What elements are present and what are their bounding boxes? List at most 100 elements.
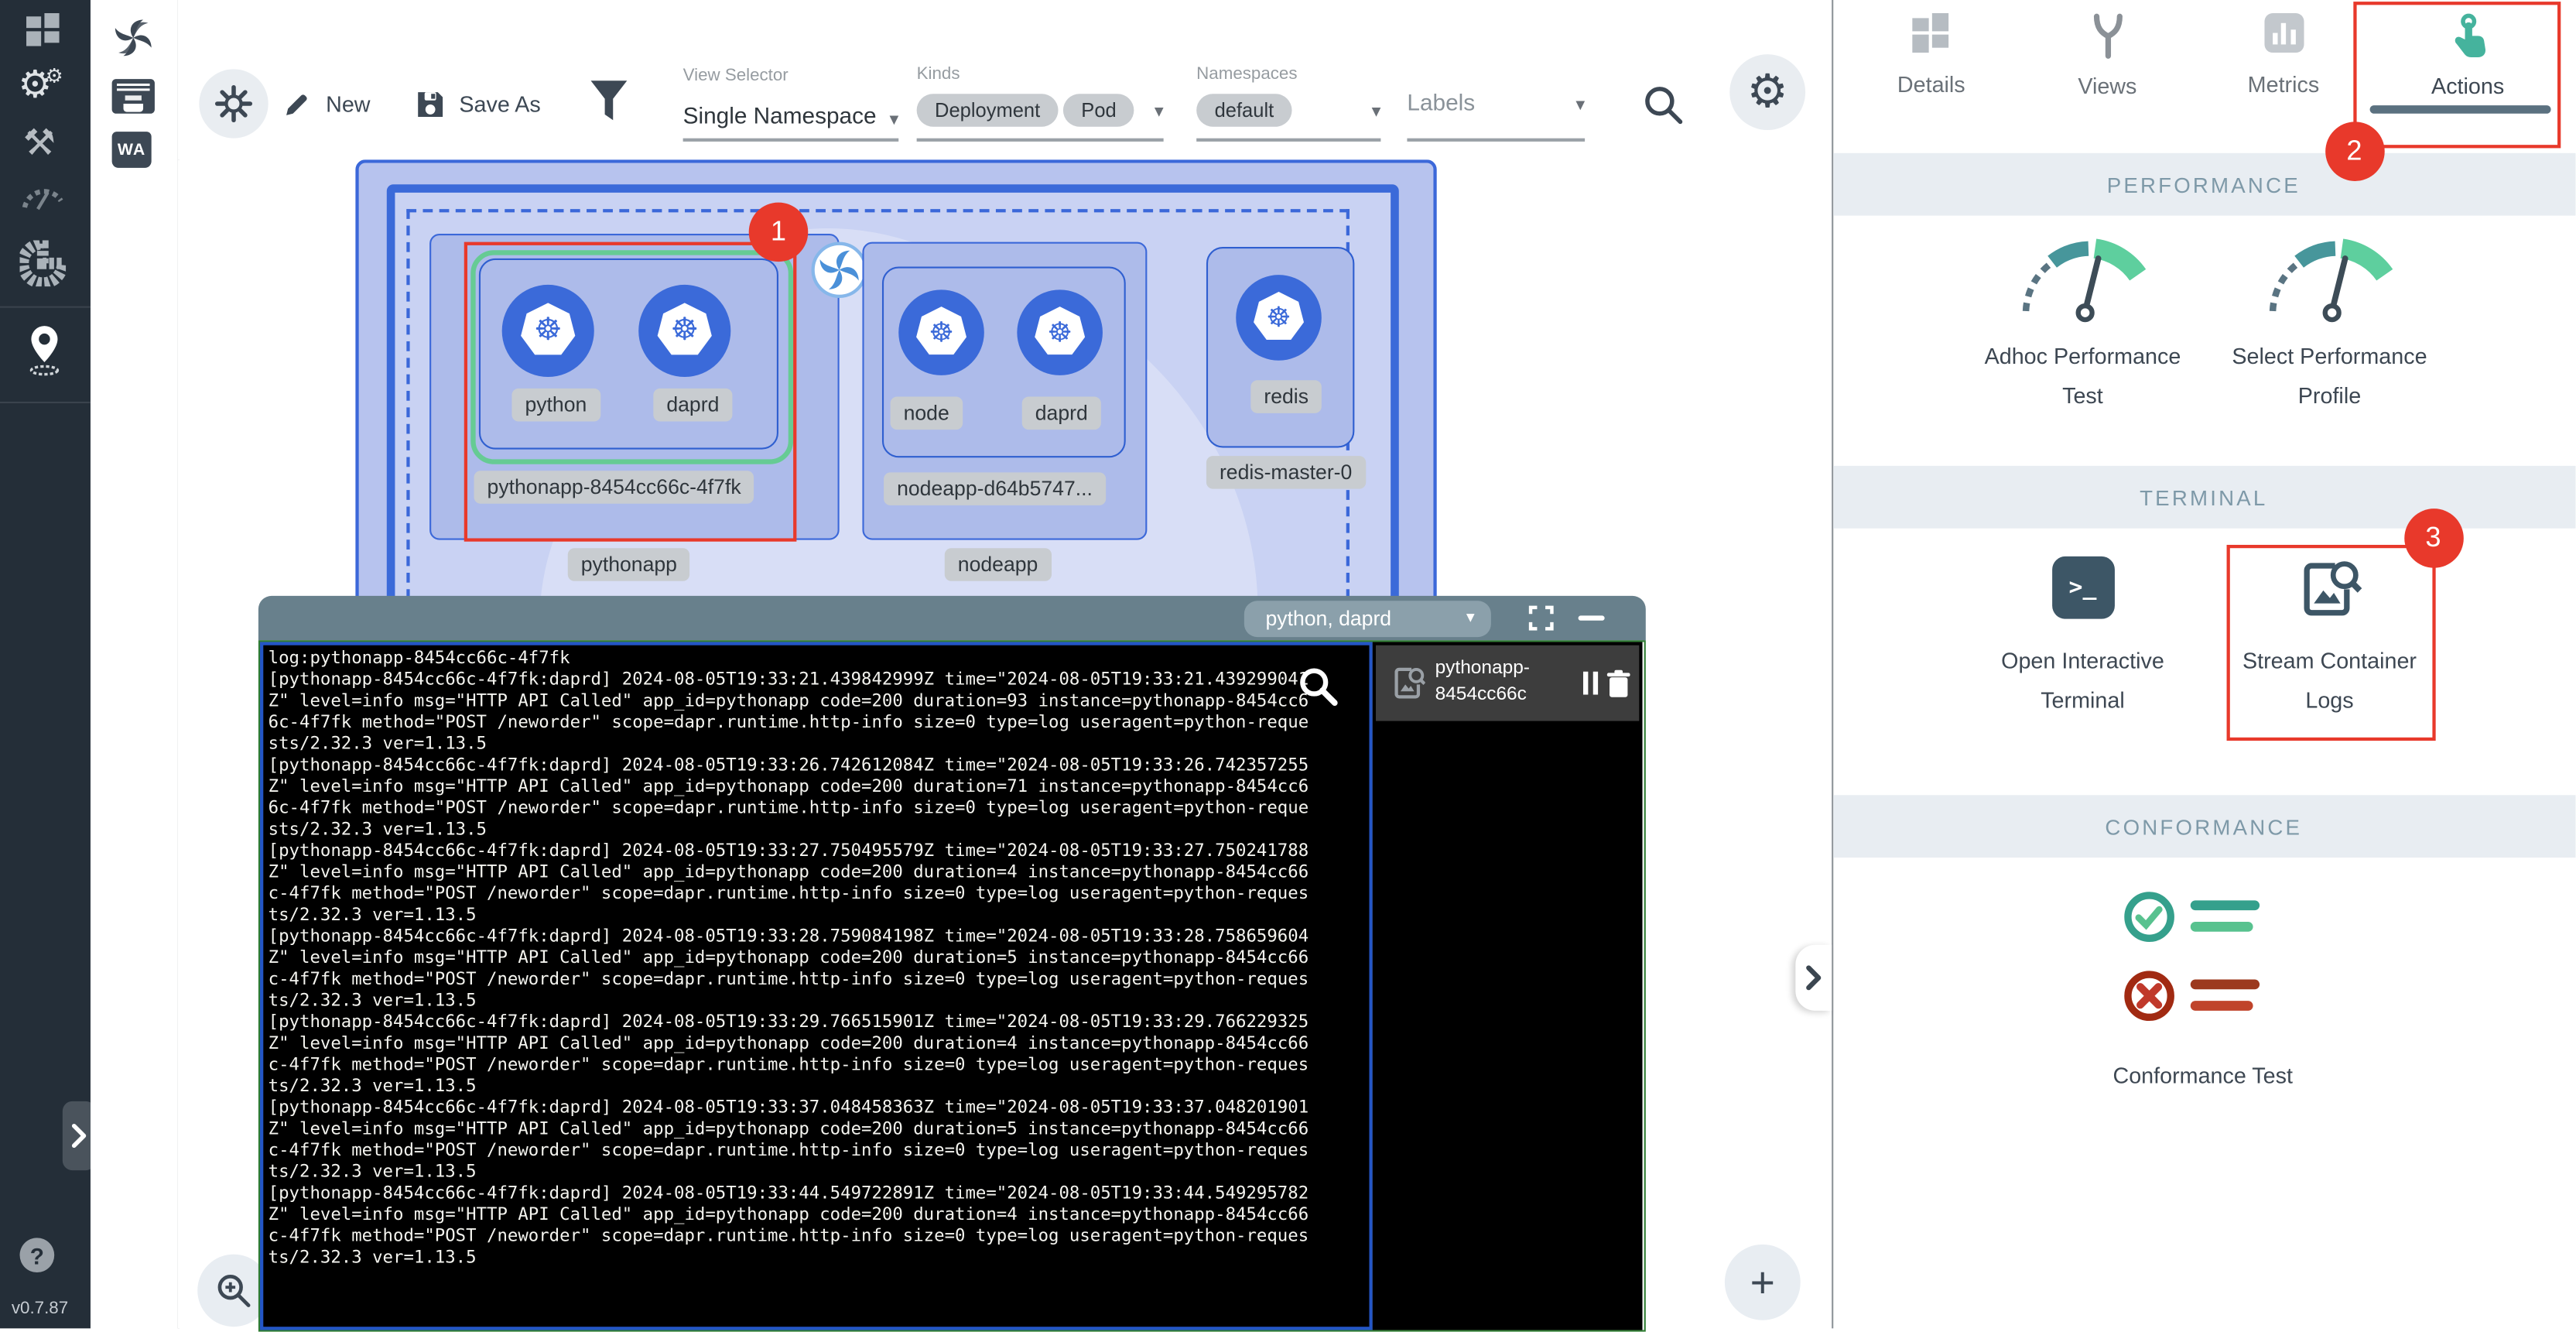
namespaces-caret-icon: ▾ — [1372, 101, 1381, 122]
tab-metrics[interactable]: Metrics — [2234, 13, 2333, 112]
view-selector[interactable]: View Selector Single Namespace ▾ — [683, 66, 899, 142]
adhoc-performance-action[interactable]: Adhoc Performance Test — [1968, 238, 2198, 419]
container-select-dropdown[interactable]: python, daprd ▾ — [1244, 600, 1491, 636]
terminal-sidebar: pythonapp- 8454cc66c — [1373, 642, 1643, 1330]
kinds-filter[interactable]: Kinds Deployment Pod ▾ — [917, 64, 1164, 142]
pod-label-redis: redis-master-0 — [1206, 456, 1365, 489]
app-window: ⚙⚙ ⚒ ? v0.7.87 — [0, 0, 2576, 1329]
k8s-wheel-glyph: ☸ — [929, 319, 953, 347]
pod-label-pythonapp: pythonapp-8454cc66c-4f7fk — [474, 471, 754, 504]
select-performance-action[interactable]: Select Performance Profile — [2215, 238, 2445, 419]
namespace-chip-default[interactable]: default — [1196, 94, 1291, 127]
log-line: [pythonapp-8454cc66c-4f7fk:daprd] 2024-0… — [269, 670, 1370, 692]
container-label-node: node — [891, 397, 963, 430]
secondary-sidebar: WA — [91, 0, 179, 1329]
log-line: 6c-4f7fk method="POST /neworder" scope=d… — [269, 713, 1370, 734]
container-redis-icon[interactable]: ☸ — [1236, 275, 1322, 361]
fullscreen-icon[interactable] — [1529, 606, 1554, 639]
add-button[interactable]: + — [1725, 1245, 1801, 1320]
help-icon[interactable]: ? — [20, 1238, 55, 1272]
terminal-window[interactable]: python, daprd ▾ log:pythonapp-8454cc66c-… — [258, 596, 1646, 1332]
adhoc-label-line2: Test — [1968, 377, 2198, 416]
tools-icon[interactable]: ⚒ — [23, 125, 56, 162]
pause-stream-icon[interactable] — [1583, 672, 1599, 695]
gauge-select-icon — [2259, 238, 2400, 324]
kind-chip-pod[interactable]: Pod — [1063, 94, 1134, 127]
terminal-content: log:pythonapp-8454cc66c-4f7fk[pythonapp-… — [258, 640, 1646, 1331]
group-label-nodeapp: nodeapp — [945, 548, 1052, 581]
log-line: Z" level=info msg="HTTP API Called" app_… — [269, 948, 1370, 970]
dropdown-caret-icon: ▾ — [1466, 609, 1475, 627]
settings-gears-icon[interactable]: ⚙⚙ — [18, 66, 70, 104]
container-select-value: python, daprd — [1266, 607, 1392, 630]
view-selector-value: Single Namespace — [683, 102, 899, 128]
log-line: Z" level=info msg="HTTP API Called" app_… — [269, 1119, 1370, 1141]
terminal-titlebar[interactable]: python, daprd ▾ — [258, 596, 1646, 640]
k8s-wheel-glyph: ☸ — [1266, 303, 1291, 331]
log-line: 6c-4f7fk method="POST /neworder" scope=d… — [269, 798, 1370, 820]
gauge-icon[interactable] — [20, 181, 67, 222]
wasm-badge-icon[interactable]: WA — [112, 132, 152, 168]
new-label: New — [326, 92, 370, 117]
tab-details-label: Details — [1882, 73, 1981, 98]
save-as-label: Save As — [459, 92, 540, 117]
tab-pod-name-line2: 8454cc66c — [1435, 681, 1530, 707]
container-label-redis: redis — [1250, 380, 1322, 413]
minimize-icon[interactable] — [1579, 615, 1605, 620]
placement-button[interactable] — [199, 69, 268, 138]
log-line: ts/2.32.3 ver=1.13.5 — [269, 1077, 1370, 1098]
group-label-pythonapp: pythonapp — [568, 548, 690, 581]
dashboard-icon[interactable] — [26, 13, 63, 43]
delete-stream-icon[interactable] — [1606, 670, 1631, 698]
kind-chip-deployment[interactable]: Deployment — [917, 94, 1059, 127]
log-line: Z" level=info msg="HTTP API Called" app_… — [269, 1205, 1370, 1227]
panel-collapse-handle[interactable] — [1795, 945, 1832, 1011]
dapr-spiral-icon[interactable] — [110, 15, 156, 69]
section-performance-header: PERFORMANCE — [1832, 153, 2574, 216]
select-label-line2: Profile — [2215, 377, 2445, 416]
archive-inbox-icon[interactable] — [107, 76, 159, 127]
tab-views-label: Views — [2058, 74, 2157, 99]
section-conformance-title: CONFORMANCE — [2105, 814, 2302, 839]
tab-pod-name-line1: pythonapp- — [1435, 655, 1530, 681]
load-test-pie-icon[interactable] — [20, 241, 67, 295]
terminal-log-panel[interactable]: log:pythonapp-8454cc66c-4f7fk[pythonapp-… — [260, 642, 1373, 1330]
filter-icon[interactable] — [589, 79, 628, 133]
adhoc-label-line1: Adhoc Performance — [1968, 337, 2198, 377]
open-terminal-action[interactable]: >_ Open Interactive Terminal — [1968, 556, 2198, 721]
log-line: [pythonapp-8454cc66c-4f7fk:daprd] 2024-0… — [269, 841, 1370, 863]
log-line: ts/2.32.3 ver=1.13.5 — [269, 991, 1370, 1012]
annotation-badge-1: 1 — [749, 203, 809, 262]
views-icon — [2086, 13, 2129, 60]
location-pin-icon[interactable] — [25, 323, 64, 387]
pod-label-nodeapp: nodeapp-d64b5747... — [884, 472, 1106, 505]
conformance-test-action[interactable]: Conformance Test — [2071, 889, 2335, 1086]
tab-metrics-label: Metrics — [2234, 73, 2333, 98]
log-line: sts/2.32.3 ver=1.13.5 — [269, 734, 1370, 756]
labels-filter[interactable]: Labels ▾ — [1407, 89, 1585, 142]
tab-details[interactable]: Details — [1882, 13, 1981, 112]
log-line: [pythonapp-8454cc66c-4f7fk:daprd] 2024-0… — [269, 1183, 1370, 1205]
save-icon — [415, 89, 446, 120]
log-line: Z" level=info msg="HTTP API Called" app_… — [269, 1034, 1370, 1056]
container-node-icon[interactable]: ☸ — [898, 289, 984, 375]
log-line: [pythonapp-8454cc66c-4f7fk:daprd] 2024-0… — [269, 755, 1370, 777]
container-daprd2-icon[interactable]: ☸ — [1017, 289, 1103, 375]
namespaces-filter[interactable]: Namespaces default ▾ — [1196, 64, 1380, 142]
gear-icon: ⚙ — [1746, 69, 1787, 115]
kinds-label: Kinds — [917, 64, 1164, 84]
conformance-label: Conformance Test — [2071, 1056, 2335, 1096]
search-icon[interactable] — [1643, 84, 1685, 135]
log-stream-tab[interactable]: pythonapp- 8454cc66c — [1376, 645, 1639, 721]
annotation-badge-3: 3 — [2403, 508, 2463, 568]
settings-button[interactable]: ⚙ — [1729, 54, 1805, 130]
details-grid-icon — [1911, 13, 1951, 53]
log-line: ts/2.32.3 ver=1.13.5 — [269, 906, 1370, 927]
k8s-wheel-glyph: ☸ — [1047, 319, 1072, 347]
tab-views[interactable]: Views — [2058, 13, 2157, 112]
new-button[interactable]: New — [280, 86, 395, 128]
section-terminal-header: TERMINAL — [1832, 466, 2574, 529]
log-search-icon[interactable] — [1297, 665, 1339, 716]
labels-placeholder: Labels — [1407, 89, 1585, 115]
save-as-button[interactable]: Save As — [415, 86, 563, 128]
